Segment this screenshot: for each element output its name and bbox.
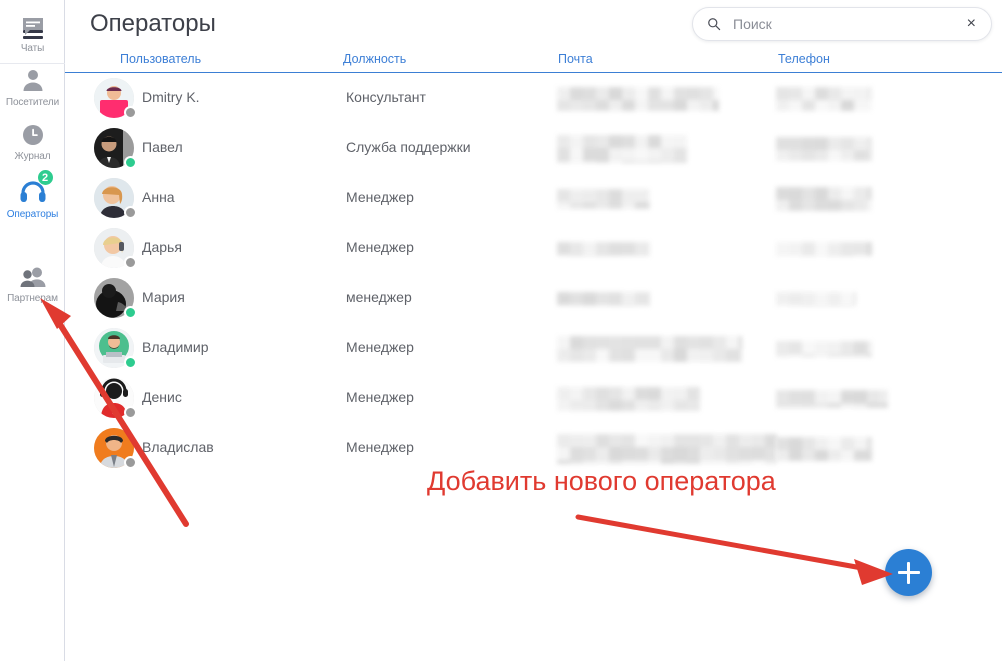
annotation-label: Добавить нового оператора (427, 466, 776, 496)
table-row[interactable]: Денис Менеджер (65, 373, 1002, 423)
status-badge (124, 406, 137, 419)
sidebar-item-label: Посетители (5, 97, 60, 108)
sidebar-item-label: Операторы (6, 209, 59, 220)
user-icon (17, 64, 49, 92)
people-icon (17, 260, 49, 288)
sidebar-item-label: Чаты (20, 43, 45, 54)
operator-role: менеджер (346, 289, 412, 305)
status-badge (124, 356, 137, 369)
operator-name: Владислав (142, 439, 214, 455)
sidebar-item-label: Партнерам (7, 293, 58, 304)
search-icon (708, 18, 721, 31)
column-header-1[interactable]: Пользователь (120, 52, 201, 66)
operator-email-redacted (557, 87, 726, 116)
operator-phone-redacted (776, 187, 880, 216)
operator-email-redacted (557, 135, 687, 174)
headset-icon: 2 (17, 169, 54, 204)
operator-role: Менеджер (346, 189, 414, 205)
operator-email-redacted (557, 242, 661, 268)
status-badge (124, 306, 137, 319)
clear-search-button[interactable]: × (966, 14, 977, 34)
operator-name: Денис (142, 389, 182, 405)
operator-role: Служба поддержки (346, 139, 471, 155)
operator-phone-redacted (776, 292, 867, 318)
operator-name: Анна (142, 189, 175, 205)
add-operator-fab[interactable] (885, 549, 932, 596)
operator-role: Менеджер (346, 439, 414, 455)
operator-phone-redacted (776, 341, 880, 367)
operator-name: Dmitry K. (142, 89, 200, 105)
sidebar-item-label: Журнал (14, 151, 51, 162)
sidebar-item-партнерам[interactable]: Партнерам (0, 260, 65, 304)
operator-email-redacted (557, 189, 661, 215)
operator-name: Владимир (142, 339, 209, 355)
operator-email-redacted (557, 434, 778, 473)
table-row[interactable]: Dmitry K. Консультант (65, 73, 1002, 123)
table-row[interactable]: Владимир Менеджер (65, 323, 1002, 373)
operator-phone-redacted (776, 242, 880, 268)
operator-phone-redacted (776, 137, 880, 166)
operator-email-redacted (557, 336, 752, 367)
search-box[interactable]: × (692, 7, 992, 41)
app-root: Чаты Посетители Журнал 2 Операторы Партнерам … (0, 0, 1002, 661)
column-header-2[interactable]: Должность (343, 52, 406, 66)
page-title: Операторы (90, 10, 216, 37)
status-badge (124, 156, 137, 169)
column-header-3[interactable]: Почта (558, 52, 593, 66)
chat-icon (17, 10, 49, 38)
operator-name: Дарья (142, 239, 182, 255)
search-input[interactable] (733, 16, 966, 32)
status-badge (124, 106, 137, 119)
operator-email-redacted (557, 292, 661, 318)
operators-table: Пользователь Должность Почта Телефон Dmitry… (65, 48, 1002, 473)
table-row[interactable]: Дарья Менеджер (65, 223, 1002, 273)
table-body: Dmitry K. Консультант Павел Служба поддержк… (65, 73, 1002, 473)
table-header-row: Пользователь Должность Почта Телефон (65, 48, 1002, 73)
clock-icon (17, 118, 49, 146)
operator-name: Мария (142, 289, 185, 305)
sidebar-item-badge: 2 (36, 169, 54, 186)
table-row[interactable]: Анна Менеджер (65, 173, 1002, 223)
sidebar-item-журнал[interactable]: Журнал (0, 118, 65, 162)
sidebar-item-посетители[interactable]: Посетители (0, 64, 65, 108)
operator-role: Менеджер (346, 239, 414, 255)
operator-email-redacted (557, 387, 700, 416)
arrow-to-add-button (575, 514, 893, 585)
operator-name: Павел (142, 139, 183, 155)
column-header-4[interactable]: Телефон (778, 52, 830, 66)
plus-icon-vertical (907, 561, 910, 584)
status-badge (124, 256, 137, 269)
table-row[interactable]: Мария менеджер (65, 273, 1002, 323)
status-badge (124, 206, 137, 219)
operator-phone-redacted (776, 87, 880, 116)
operator-role: Менеджер (346, 389, 414, 405)
operator-phone-redacted (776, 437, 880, 466)
operator-phone-redacted (776, 390, 893, 416)
operator-role: Консультант (346, 89, 426, 105)
operator-role: Менеджер (346, 339, 414, 355)
sidebar-item-операторы[interactable]: 2 Операторы (0, 169, 65, 220)
status-badge (124, 456, 137, 469)
table-row[interactable]: Павел Служба поддержки (65, 123, 1002, 174)
sidebar-item-чаты[interactable]: Чаты (0, 10, 65, 54)
sidebar: Чаты Посетители Журнал 2 Операторы Партнерам (0, 0, 65, 661)
